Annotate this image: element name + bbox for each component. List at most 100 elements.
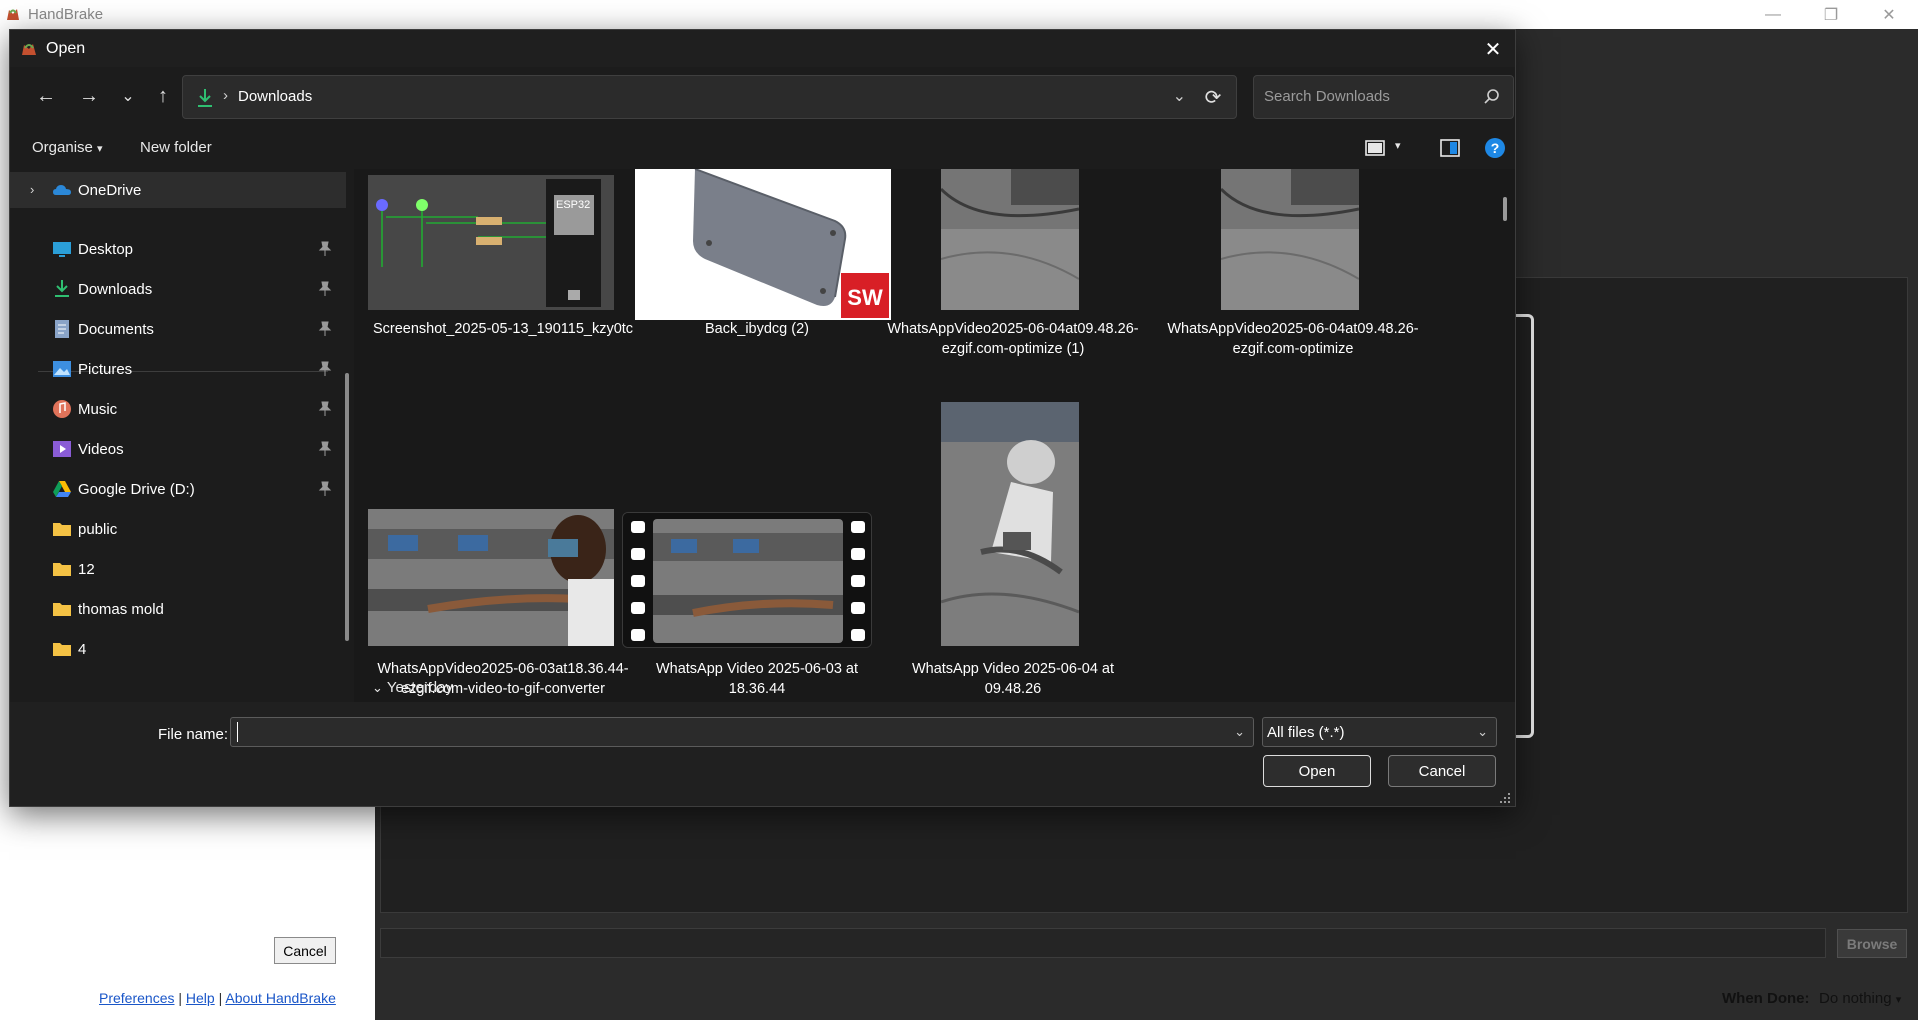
refresh-icon[interactable]: ⟳	[1198, 82, 1228, 112]
about-link[interactable]: About HandBrake	[225, 990, 336, 1006]
folder-icon	[53, 523, 71, 536]
file-type-select[interactable]: All files (*.*) ⌄	[1262, 717, 1497, 747]
link-separator: |	[178, 990, 183, 1006]
chevron-right-icon[interactable]: ›	[30, 182, 34, 197]
search-input[interactable]	[1264, 88, 1474, 105]
file-thumbnail	[368, 509, 614, 646]
breadcrumb-separator: ›	[223, 87, 228, 104]
sidebar-item-label: Pictures	[78, 361, 133, 378]
downloads-icon	[55, 280, 69, 297]
sidebar-item-downloads[interactable]: Downloads	[10, 271, 346, 307]
search-box[interactable]	[1253, 75, 1514, 119]
group-header-label: Yesterday	[386, 679, 453, 696]
sidebar-item-documents[interactable]: Documents	[10, 311, 346, 347]
view-options-chevron-icon[interactable]: ▾	[1395, 139, 1401, 152]
svg-text:?: ?	[1491, 140, 1500, 156]
open-file-dialog: Open ✕ ← → ⌄ ↑ › Downloads ⌄ ⟳ Organise …	[9, 29, 1516, 807]
pin-icon[interactable]	[318, 361, 332, 377]
sidebar-item-label: thomas mold	[78, 601, 164, 618]
file-name-label: File name:	[158, 726, 229, 743]
file-name-line-1: WhatsApp Video 2025-06-03 at	[655, 661, 859, 677]
help-link[interactable]: Help	[186, 990, 215, 1006]
sidebar-item-thomas-mold[interactable]: thomas mold	[10, 591, 346, 627]
resize-grip-icon[interactable]	[1499, 792, 1511, 804]
handbrake-logo-icon	[7, 9, 19, 20]
destination-path-input[interactable]	[380, 928, 1826, 958]
sidebar-item-12[interactable]: 12	[10, 551, 346, 587]
sidebar-item-label: 4	[78, 641, 87, 658]
group-header-yesterday[interactable]: ⌄ Yesterday	[372, 679, 453, 696]
browse-button[interactable]: Browse	[1837, 929, 1907, 958]
file-name-line-2: 18.36.44	[728, 681, 786, 697]
navigation-bar: ← → ⌄ ↑ › Downloads ⌄ ⟳	[10, 67, 1515, 127]
sidebar-item-label: Downloads	[78, 281, 153, 298]
back-arrow-icon[interactable]: ←	[31, 81, 61, 111]
sidebar-item-videos[interactable]: Videos	[10, 431, 346, 467]
help-icon[interactable]: ?	[1483, 137, 1507, 159]
handbrake-cancel-button[interactable]: Cancel	[274, 937, 336, 964]
chevron-down-icon[interactable]: ⌄	[1234, 724, 1245, 740]
chevron-down-icon: ▾	[97, 143, 103, 155]
worker-thumbnail-image	[941, 402, 1079, 646]
view-mode-icon[interactable]	[1363, 137, 1387, 159]
pin-icon[interactable]	[318, 401, 332, 417]
sidebar-item-4[interactable]: 4	[10, 631, 346, 667]
address-bar[interactable]: › Downloads ⌄ ⟳	[182, 75, 1237, 119]
restore-button[interactable]: ❐	[1802, 0, 1860, 29]
chevron-down-icon: ▾	[1895, 994, 1902, 1006]
sidebar-item-label: public	[78, 521, 118, 538]
pin-icon[interactable]	[318, 441, 332, 457]
preview-pane-icon[interactable]	[1438, 137, 1462, 159]
video-frame-thumbnail-image	[941, 169, 1079, 310]
sidebar-item-pictures[interactable]: Pictures	[10, 351, 346, 387]
handbrake-title: HandBrake	[28, 6, 104, 23]
chevron-down-icon[interactable]: ⌄	[1173, 86, 1186, 106]
file-type-value: All files (*.*)	[1267, 724, 1345, 741]
organise-button[interactable]: Organise ▾	[32, 139, 103, 156]
press-brake-thumbnail-image	[368, 509, 614, 646]
pin-icon[interactable]	[318, 281, 332, 297]
recent-locations-icon[interactable]: ⌄	[113, 81, 143, 111]
when-done-value: Do nothing	[1819, 990, 1892, 1007]
new-folder-button[interactable]: New folder	[140, 139, 212, 156]
handbrake-titlebar: HandBrake — ❐ ✕	[0, 0, 1918, 29]
search-icon[interactable]	[1483, 88, 1501, 106]
file-name-line-1: WhatsAppVideo2025-06-04at09.48.26-	[887, 321, 1139, 337]
downloads-icon	[198, 89, 212, 107]
preferences-link[interactable]: Preferences	[99, 990, 174, 1006]
when-done-select[interactable]: Do nothing ▾	[1819, 990, 1901, 1007]
minimize-button[interactable]: —	[1744, 0, 1802, 29]
pin-icon[interactable]	[318, 481, 332, 497]
pin-icon[interactable]	[318, 241, 332, 257]
file-name-line-2: 09.48.26	[984, 681, 1042, 697]
pin-icon[interactable]	[318, 321, 332, 337]
window-close-button[interactable]: ✕	[1860, 0, 1918, 29]
folder-icon	[53, 643, 71, 656]
dialog-footer: File name: ⌄ All files (*.*) ⌄ Open Canc…	[10, 702, 1515, 806]
up-arrow-icon[interactable]: ↑	[148, 81, 178, 111]
file-grid: ESP32 Screenshot_2025-05-13_190115_kzy0t…	[354, 169, 1515, 702]
link-separator: |	[218, 990, 223, 1006]
open-button[interactable]: Open	[1263, 755, 1371, 787]
file-grid-scrollbar[interactable]	[1503, 197, 1507, 221]
file-name-input[interactable]	[237, 722, 1217, 742]
close-icon[interactable]: ✕	[1479, 36, 1507, 62]
cancel-button[interactable]: Cancel	[1388, 755, 1496, 787]
circuit-thumbnail-image: ESP32	[368, 175, 614, 310]
breadcrumb-downloads[interactable]: Downloads	[238, 88, 312, 105]
file-name-line-1: WhatsApp Video 2025-06-04 at	[911, 661, 1115, 677]
forward-arrow-icon[interactable]: →	[74, 81, 104, 111]
sidebar-item-label: Videos	[78, 441, 124, 458]
sidebar-item-desktop[interactable]: Desktop	[10, 231, 346, 267]
file-name-line-1: WhatsAppVideo2025-06-03at18.36.44-	[377, 661, 629, 677]
organise-label: Organise	[32, 139, 93, 156]
sidebar-item-public[interactable]: public	[10, 511, 346, 547]
file-name-combobox[interactable]: ⌄	[230, 717, 1254, 747]
file-name-line-2: ezgif.com-optimize (1)	[941, 341, 1085, 357]
sidebar-scrollbar[interactable]	[345, 373, 349, 641]
sidebar-item-label: Desktop	[78, 241, 134, 258]
svg-text:ESP32: ESP32	[556, 199, 590, 211]
sidebar-item-music[interactable]: Music	[10, 391, 346, 427]
sidebar-item-google-drive[interactable]: Google Drive (D:)	[10, 471, 346, 507]
sidebar-item-onedrive[interactable]: › OneDrive	[10, 172, 346, 208]
